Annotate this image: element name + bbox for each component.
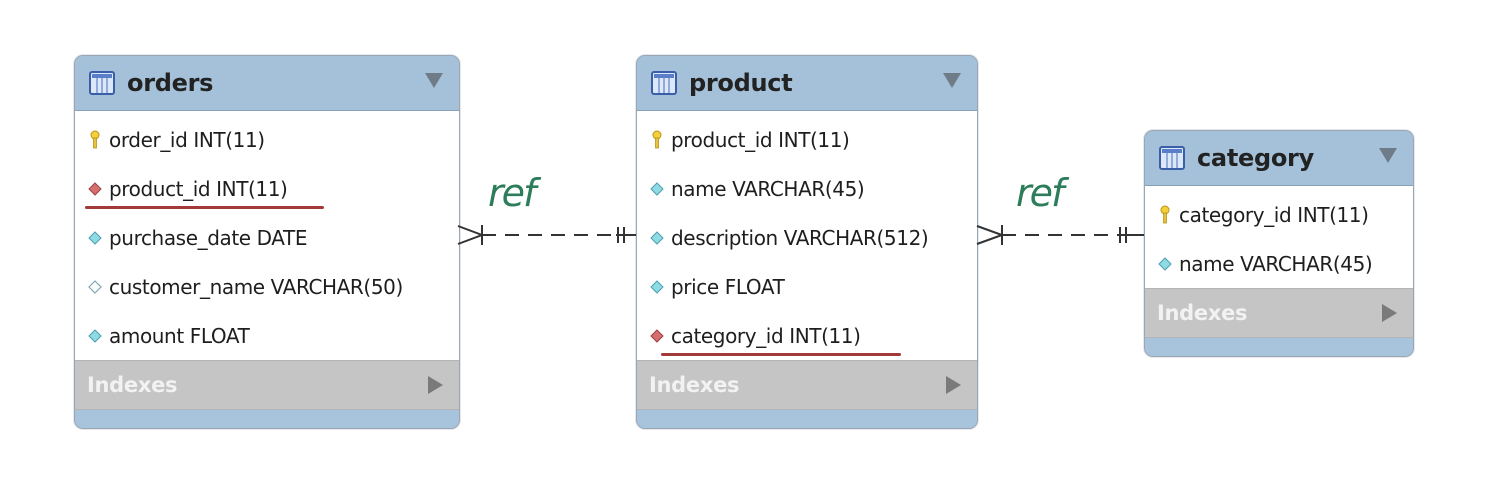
relationship-product-category[interactable] — [976, 225, 1144, 245]
annotation-ref-right: ref — [1016, 171, 1070, 215]
annotation-ref-left: ref — [488, 171, 542, 215]
relationship-orders-product[interactable] — [457, 225, 636, 245]
relationship-layer: ref ref — [457, 171, 1144, 245]
